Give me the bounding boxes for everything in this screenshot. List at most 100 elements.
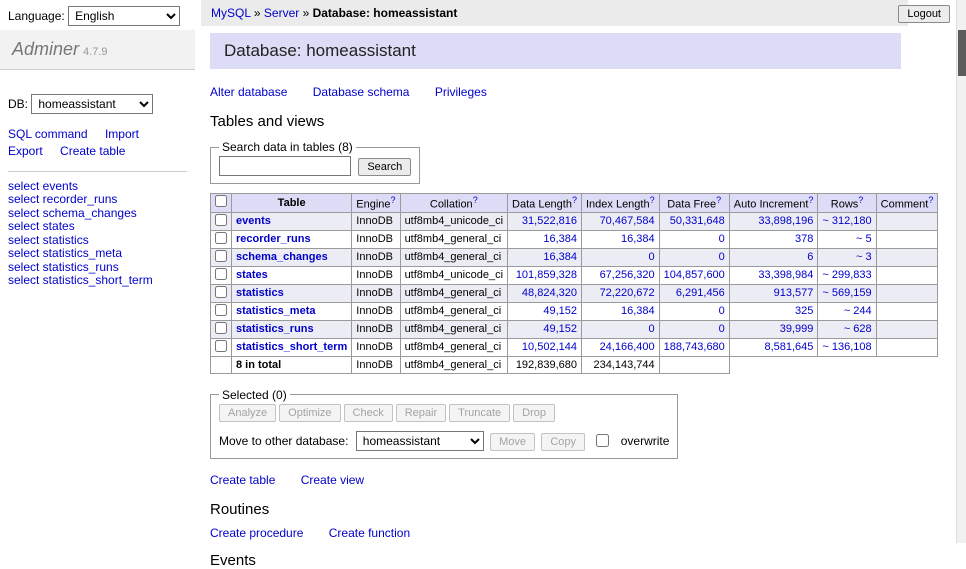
- data-length-link[interactable]: 31,522,816: [522, 215, 577, 227]
- move-button[interactable]: Move: [490, 433, 535, 451]
- copy-button[interactable]: Copy: [541, 433, 585, 451]
- language-select[interactable]: English: [68, 6, 180, 26]
- data-length-link[interactable]: 10,502,144: [522, 341, 577, 353]
- help-icon[interactable]: ?: [858, 195, 863, 205]
- row-checkbox-statistics[interactable]: [215, 286, 227, 298]
- db-action-database-schema[interactable]: Database schema: [313, 85, 410, 99]
- rows-link[interactable]: ~ 5: [856, 233, 872, 245]
- auto-increment-link[interactable]: 39,999: [780, 323, 814, 335]
- routine-link-create-function[interactable]: Create function: [329, 526, 410, 540]
- rows-link[interactable]: ~ 628: [844, 323, 872, 335]
- row-checkbox-recorder_runs[interactable]: [215, 232, 227, 244]
- table-link-statistics[interactable]: statistics: [236, 287, 284, 299]
- rows-link[interactable]: ~ 136,108: [822, 341, 871, 353]
- sidebar-item-select-statistics-short-term[interactable]: select statistics_short_term: [8, 274, 187, 288]
- index-length-link[interactable]: 72,220,672: [600, 287, 655, 299]
- truncate-button[interactable]: Truncate: [449, 404, 510, 422]
- table-link-statistics_short_term[interactable]: statistics_short_term: [236, 341, 347, 353]
- rows-link[interactable]: ~ 569,159: [822, 287, 871, 299]
- data-free-link[interactable]: 0: [719, 233, 725, 245]
- help-icon[interactable]: ?: [473, 195, 478, 205]
- data-free-link[interactable]: 0: [719, 323, 725, 335]
- sidebar-item-select-events[interactable]: select events: [8, 180, 187, 194]
- index-length-link[interactable]: 0: [649, 323, 655, 335]
- help-icon[interactable]: ?: [716, 195, 721, 205]
- data-free-link[interactable]: 104,857,600: [664, 269, 725, 281]
- auto-increment-link[interactable]: 33,898,196: [758, 215, 813, 227]
- check-button[interactable]: Check: [344, 404, 393, 422]
- help-icon[interactable]: ?: [391, 195, 396, 205]
- logout-button[interactable]: Logout: [898, 5, 950, 23]
- data-free-link[interactable]: 0: [719, 305, 725, 317]
- analyze-button[interactable]: Analyze: [219, 404, 276, 422]
- routine-link-create-procedure[interactable]: Create procedure: [210, 526, 303, 540]
- sidebar-item-select-statistics-runs[interactable]: select statistics_runs: [8, 261, 187, 275]
- data-length-link[interactable]: 16,384: [543, 233, 577, 245]
- table-link-statistics_runs[interactable]: statistics_runs: [236, 323, 314, 335]
- overwrite-label[interactable]: overwrite: [621, 434, 670, 448]
- db-select[interactable]: homeassistant: [31, 94, 153, 114]
- auto-increment-link[interactable]: 6: [807, 251, 813, 263]
- data-length-link[interactable]: 48,824,320: [522, 287, 577, 299]
- breadcrumb-link-mysql[interactable]: MySQL: [211, 6, 251, 20]
- sidebar-item-select-schema-changes[interactable]: select schema_changes: [8, 207, 187, 221]
- row-checkbox-schema_changes[interactable]: [215, 250, 227, 262]
- rows-link[interactable]: ~ 244: [844, 305, 872, 317]
- data-free-link[interactable]: 50,331,648: [670, 215, 725, 227]
- drop-button[interactable]: Drop: [513, 404, 555, 422]
- row-checkbox-statistics_short_term[interactable]: [215, 340, 227, 352]
- optimize-button[interactable]: Optimize: [279, 404, 340, 422]
- sidebar-item-select-statistics[interactable]: select statistics: [8, 234, 187, 248]
- db-action-privileges[interactable]: Privileges: [435, 85, 487, 99]
- select-all-checkbox[interactable]: [215, 195, 227, 207]
- data-length-link[interactable]: 101,859,328: [516, 269, 577, 281]
- search-input[interactable]: [219, 156, 351, 176]
- breadcrumb-link-server[interactable]: Server: [264, 6, 299, 20]
- rows-link[interactable]: ~ 312,180: [822, 215, 871, 227]
- row-checkbox-statistics_runs[interactable]: [215, 322, 227, 334]
- help-icon[interactable]: ?: [928, 195, 933, 205]
- index-length-link[interactable]: 70,467,584: [600, 215, 655, 227]
- table-link-schema_changes[interactable]: schema_changes: [236, 251, 328, 263]
- auto-increment-link[interactable]: 33,398,984: [758, 269, 813, 281]
- db-action-alter-database[interactable]: Alter database: [210, 85, 287, 99]
- search-button[interactable]: Search: [358, 158, 411, 176]
- table-link-recorder_runs[interactable]: recorder_runs: [236, 233, 311, 245]
- sidebar-action-export[interactable]: Export: [8, 144, 43, 158]
- data-length-link[interactable]: 49,152: [543, 305, 577, 317]
- sidebar-item-select-recorder-runs[interactable]: select recorder_runs: [8, 193, 187, 207]
- index-length-link[interactable]: 16,384: [621, 233, 655, 245]
- scrollbar[interactable]: [956, 0, 966, 543]
- rows-link[interactable]: ~ 299,833: [822, 269, 871, 281]
- index-length-link[interactable]: 0: [649, 251, 655, 263]
- table-link-events[interactable]: events: [236, 215, 271, 227]
- table-link-states[interactable]: states: [236, 269, 268, 281]
- sidebar-item-select-states[interactable]: select states: [8, 220, 187, 234]
- auto-increment-link[interactable]: 8,581,645: [764, 341, 813, 353]
- row-checkbox-events[interactable]: [215, 214, 227, 226]
- create-link-create-table[interactable]: Create table: [210, 473, 275, 487]
- sidebar-item-select-statistics-meta[interactable]: select statistics_meta: [8, 247, 187, 261]
- sidebar-action-sql-command[interactable]: SQL command: [8, 127, 88, 141]
- auto-increment-link[interactable]: 378: [795, 233, 813, 245]
- sidebar-action-create-table[interactable]: Create table: [60, 144, 125, 158]
- data-free-link[interactable]: 188,743,680: [664, 341, 725, 353]
- sidebar-action-import[interactable]: Import: [105, 127, 139, 141]
- index-length-link[interactable]: 16,384: [621, 305, 655, 317]
- data-free-link[interactable]: 6,291,456: [676, 287, 725, 299]
- scrollbar-thumb[interactable]: [958, 30, 966, 76]
- overwrite-checkbox[interactable]: [596, 434, 609, 447]
- row-checkbox-states[interactable]: [215, 268, 227, 280]
- data-length-link[interactable]: 16,384: [543, 251, 577, 263]
- help-icon[interactable]: ?: [650, 195, 655, 205]
- auto-increment-link[interactable]: 913,577: [774, 287, 814, 299]
- data-free-link[interactable]: 0: [719, 251, 725, 263]
- rows-link[interactable]: ~ 3: [856, 251, 872, 263]
- help-icon[interactable]: ?: [572, 195, 577, 205]
- table-link-statistics_meta[interactable]: statistics_meta: [236, 305, 316, 317]
- move-db-select[interactable]: homeassistant: [356, 431, 484, 451]
- auto-increment-link[interactable]: 325: [795, 305, 813, 317]
- index-length-link[interactable]: 67,256,320: [600, 269, 655, 281]
- index-length-link[interactable]: 24,166,400: [600, 341, 655, 353]
- repair-button[interactable]: Repair: [396, 404, 446, 422]
